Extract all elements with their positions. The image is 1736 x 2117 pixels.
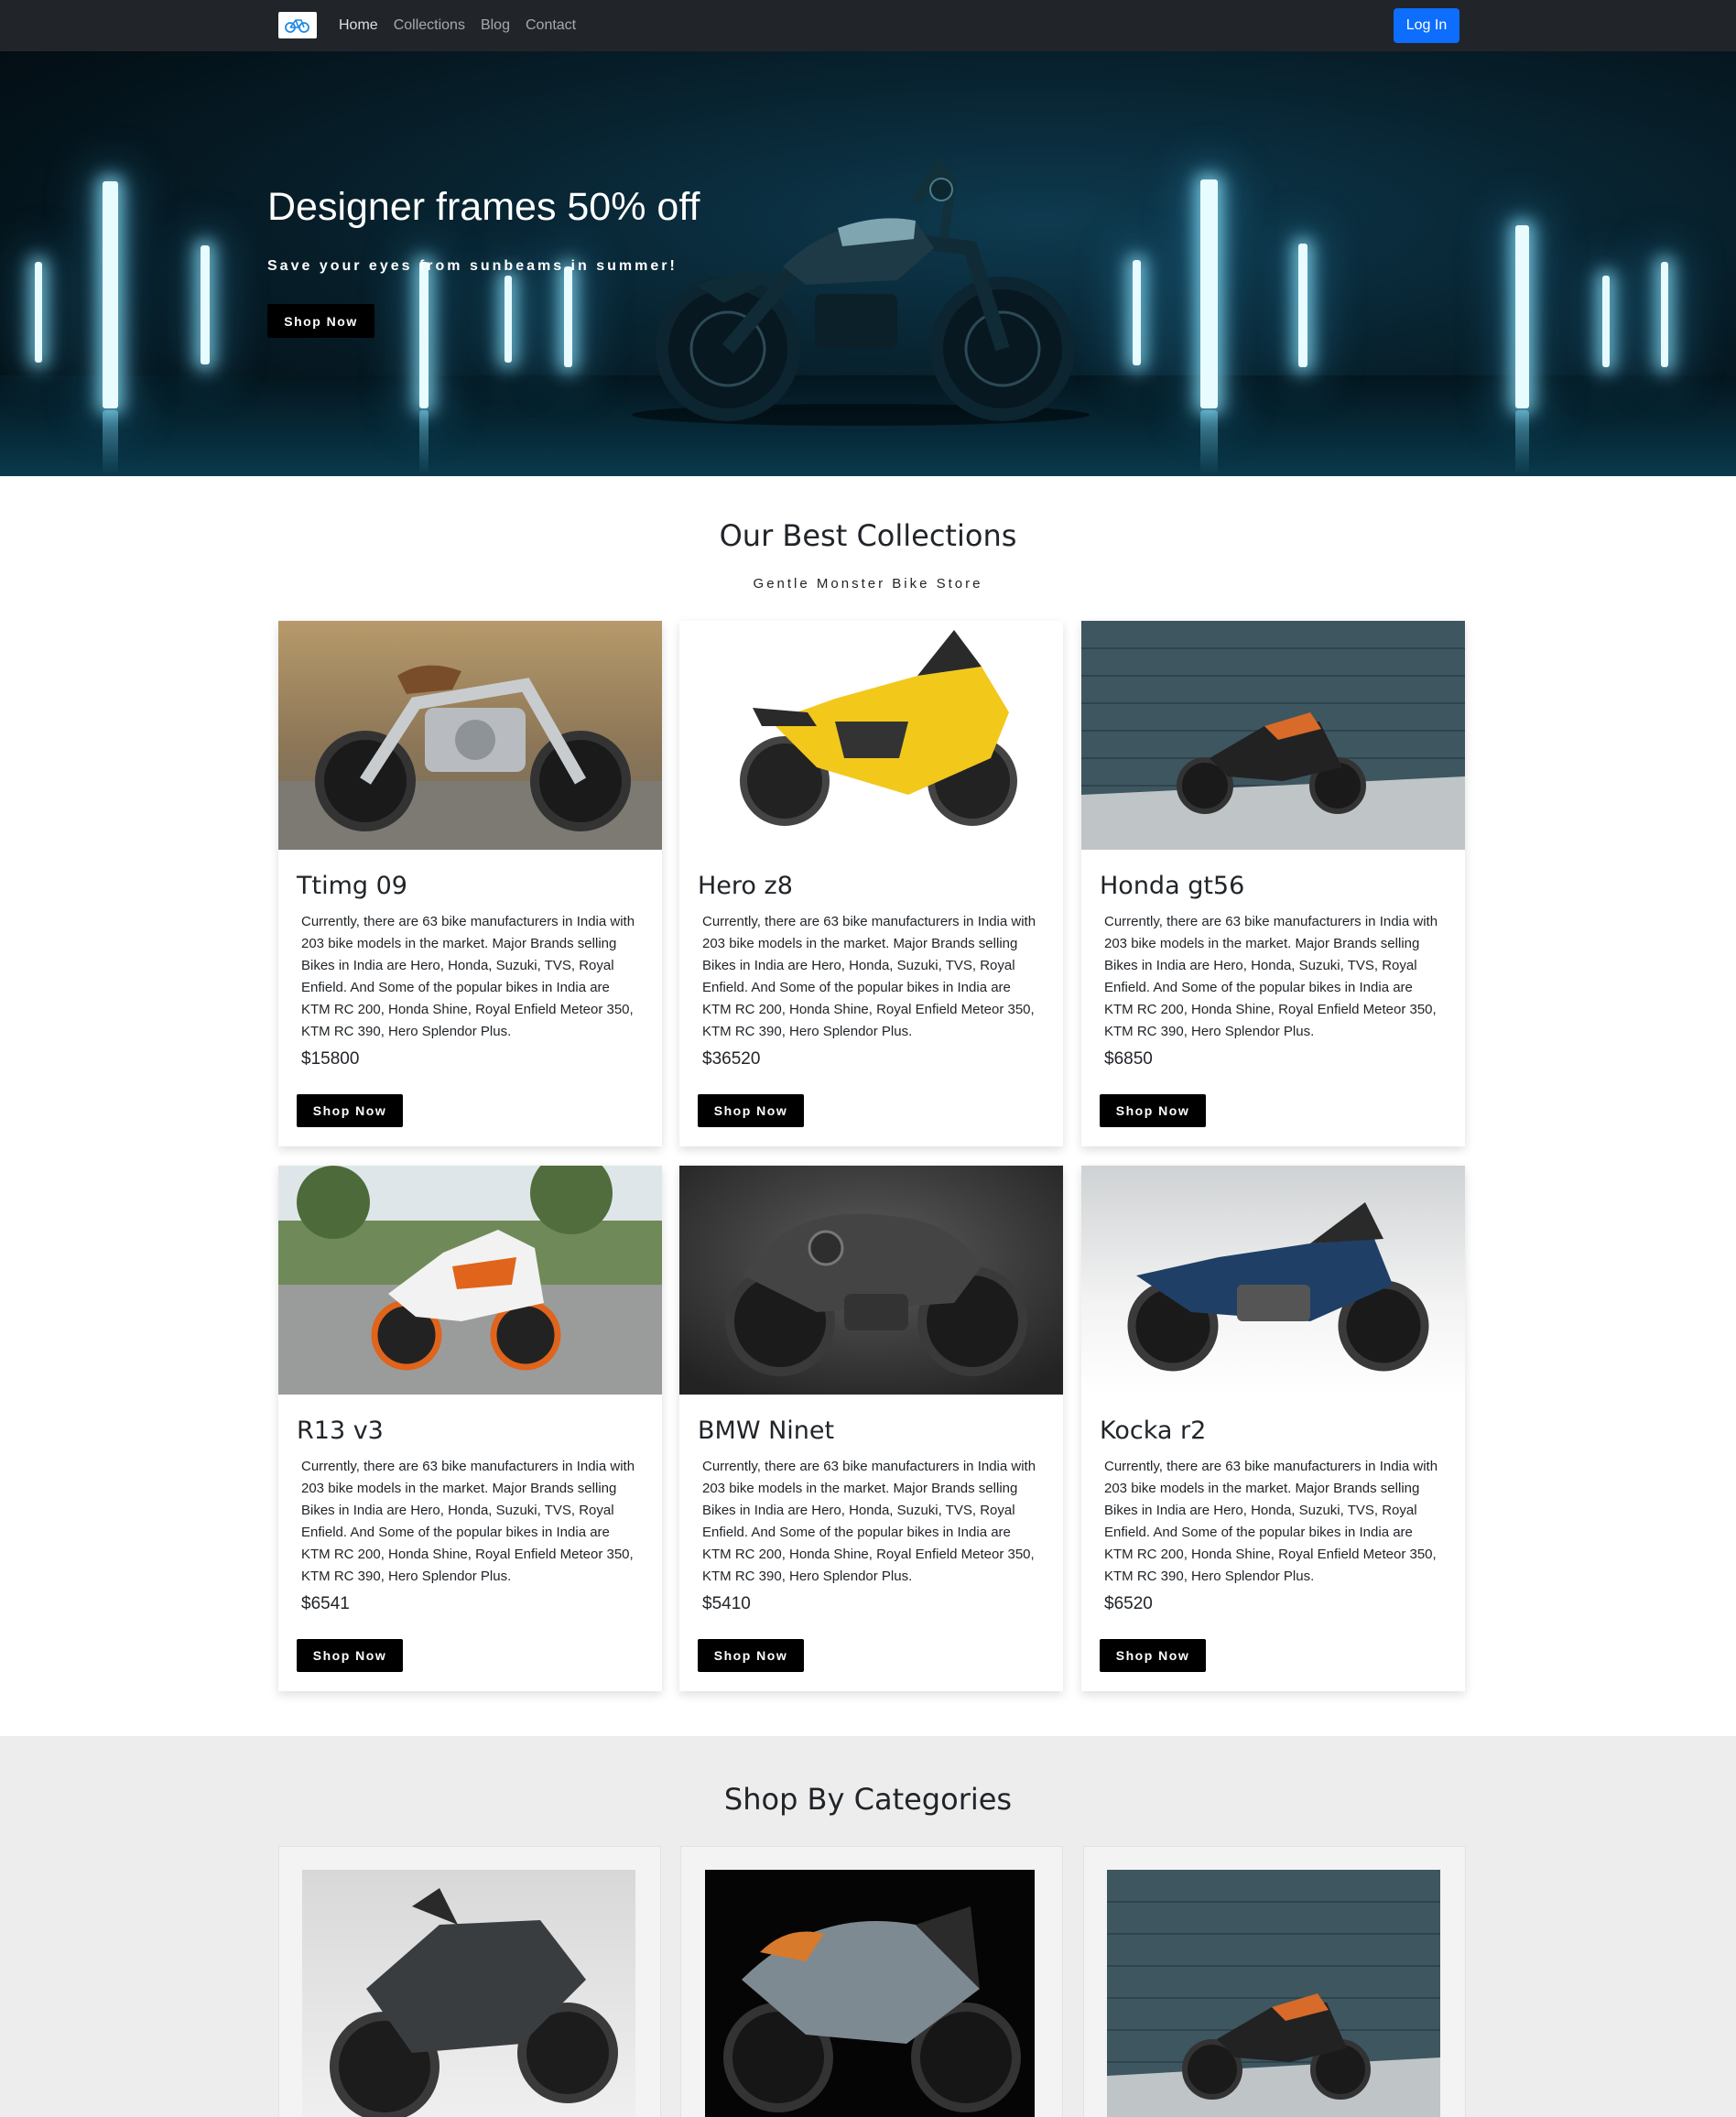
product-description: Currently, there are 63 bike manufacture… [301, 1459, 635, 1584]
nav-link-blog[interactable]: Blog [481, 17, 510, 34]
shop-now-button[interactable]: Shop Now [698, 1094, 804, 1127]
hero-subtitle: Save your eyes from sunbeams in summer! [267, 258, 678, 274]
category-card[interactable] [680, 1846, 1063, 2117]
product-price: $15800 [301, 1049, 360, 1069]
product-image [1081, 621, 1465, 850]
product-price: $5410 [702, 1594, 751, 1613]
product-title: BMW Ninet [698, 1417, 835, 1445]
hero-light-tube [1661, 262, 1668, 367]
hero-light-reflection [1200, 410, 1218, 474]
shop-now-button[interactable]: Shop Now [297, 1639, 403, 1672]
nav-link-home[interactable]: Home [339, 17, 378, 34]
shop-now-button[interactable]: Shop Now [698, 1639, 804, 1672]
shop-now-button[interactable]: Shop Now [1100, 1094, 1206, 1127]
navbar-container: Home Collections Blog Contact Log In [278, 0, 1459, 51]
brand-logo-icon[interactable] [278, 12, 317, 38]
product-title: R13 v3 [297, 1417, 384, 1445]
product-description: Currently, there are 63 bike manufacture… [702, 914, 1036, 1039]
product-card: Kocka r2 Currently, there are 63 bike ma… [1081, 1166, 1465, 1691]
category-card[interactable] [278, 1846, 661, 2117]
hero-light-tube [1298, 244, 1307, 367]
product-image [278, 1166, 662, 1395]
hero-light-tube [1200, 179, 1218, 408]
category-image [1107, 1870, 1440, 2117]
product-image [679, 1166, 1063, 1395]
product-title: Kocka r2 [1100, 1417, 1207, 1445]
hero-light-tube [564, 266, 572, 367]
product-card: Ttimg 09 Currently, there are 63 bike ma… [278, 621, 662, 1146]
shop-now-button[interactable]: Shop Now [297, 1094, 403, 1127]
product-card: BMW Ninet Currently, there are 63 bike m… [679, 1166, 1063, 1691]
hero-light-tube [1602, 276, 1610, 367]
categories-title: Shop By Categories [723, 1782, 1013, 1817]
product-title: Honda gt56 [1100, 872, 1245, 900]
product-description: Currently, there are 63 bike manufacture… [301, 914, 635, 1039]
nav-links: Home Collections Blog Contact [339, 0, 576, 51]
product-image [679, 621, 1063, 850]
product-title: Ttimg 09 [297, 872, 407, 900]
hero-light-tube [103, 181, 118, 408]
hero-shop-now-button[interactable]: Shop Now [267, 304, 374, 338]
category-image [705, 1870, 1035, 2117]
hero-light-tube [505, 276, 512, 363]
hero-light-tube [201, 245, 210, 364]
product-card: R13 v3 Currently, there are 63 bike manu… [278, 1166, 662, 1691]
category-image [302, 1870, 635, 2117]
product-price: $6520 [1104, 1594, 1153, 1613]
hero-light-tube [1133, 260, 1141, 365]
nav-link-collections[interactable]: Collections [394, 17, 465, 34]
product-description: Currently, there are 63 bike manufacture… [702, 1459, 1036, 1584]
hero-banner: Designer frames 50% off Save your eyes f… [0, 51, 1736, 476]
product-description: Currently, there are 63 bike manufacture… [1104, 1459, 1438, 1584]
product-description: Currently, there are 63 bike manufacture… [1104, 914, 1438, 1039]
hero-light-tube [419, 262, 429, 408]
hero-motorcycle-image [632, 157, 1090, 426]
product-title: Hero z8 [698, 872, 793, 900]
hero-light-reflection [1515, 410, 1529, 474]
hero-title: Designer frames 50% off [267, 185, 700, 229]
product-image [1081, 1166, 1465, 1395]
hero-light-reflection [419, 410, 429, 474]
collections-title: Our Best Collections [719, 518, 1017, 553]
top-navbar: Home Collections Blog Contact Log In [0, 0, 1736, 51]
product-price: $36520 [702, 1049, 761, 1069]
product-card: Hero z8 Currently, there are 63 bike man… [679, 621, 1063, 1146]
product-image [278, 621, 662, 850]
product-card: Honda gt56 Currently, there are 63 bike … [1081, 621, 1465, 1146]
login-button[interactable]: Log In [1394, 8, 1459, 43]
category-card[interactable] [1083, 1846, 1466, 2117]
hero-light-reflection [103, 410, 118, 474]
product-price: $6541 [301, 1594, 350, 1613]
hero-light-tube [35, 262, 42, 363]
nav-link-contact[interactable]: Contact [526, 17, 576, 34]
hero-light-tube [1515, 225, 1529, 408]
product-price: $6850 [1104, 1049, 1153, 1069]
shop-now-button[interactable]: Shop Now [1100, 1639, 1206, 1672]
collections-subtitle: Gentle Monster Bike Store [753, 576, 983, 592]
